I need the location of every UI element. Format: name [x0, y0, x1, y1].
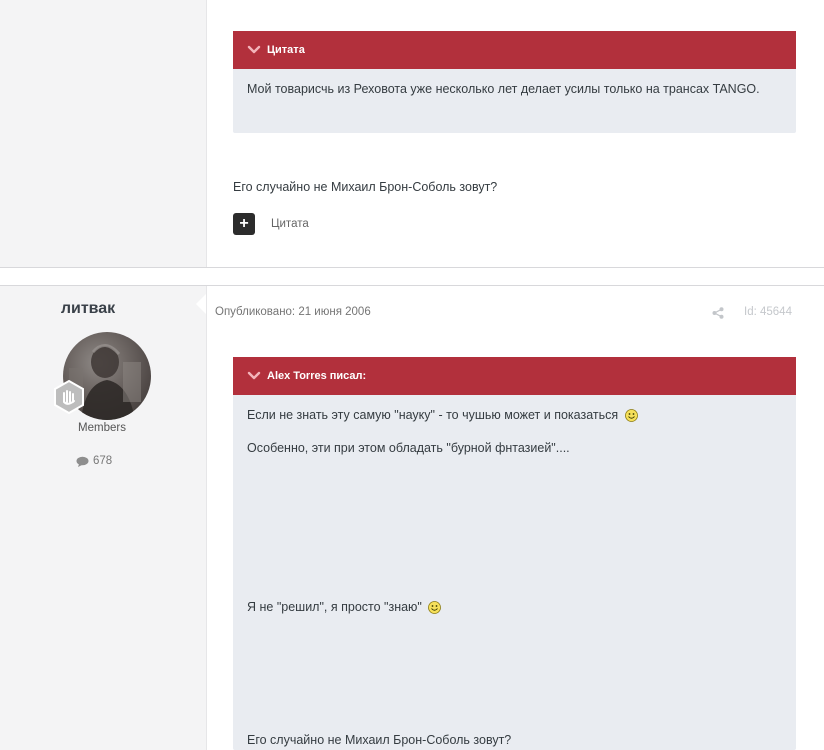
quote-header[interactable]: Alex Torres писал:	[233, 357, 796, 395]
chevron-down-icon	[247, 45, 261, 54]
post-arrow-notch	[196, 294, 206, 314]
author-username[interactable]: литвак	[0, 300, 176, 318]
comment-icon	[76, 456, 89, 467]
quote-header-label: Alex Torres писал:	[267, 370, 367, 382]
posted-date: Опубликовано: 21 июня 2006	[215, 306, 371, 318]
quote-line: Я не "решил", я просто "знаю"	[247, 597, 442, 617]
quote-line: Если не знать эту самую "науку" - то чуш…	[247, 405, 638, 425]
post-1-quote: Цитата Мой товарисчь из Реховота уже нес…	[233, 31, 796, 133]
share-icon[interactable]	[712, 307, 724, 319]
quote-line: Особенно, эти при этом обладать "бурной …	[247, 441, 570, 455]
author-group: Members	[78, 422, 126, 434]
smiley-icon	[624, 409, 638, 423]
chevron-down-icon	[247, 371, 261, 380]
post-1-body-text: Его случайно не Михаил Брон-Соболь зовут…	[233, 180, 498, 194]
quote-text: Мой товарисчь из Реховота уже несколько …	[247, 82, 760, 96]
multiquote-button[interactable]: +	[233, 213, 255, 235]
post-gap	[0, 268, 824, 285]
post-1-author-sidebar	[0, 0, 207, 267]
quote-text: Если не знать эту самую "науку" - то чуш…	[233, 395, 796, 750]
quote-header[interactable]: Цитата	[233, 31, 796, 69]
quote-header-label: Цитата	[267, 44, 305, 56]
post-id-link[interactable]: Id: 45644	[744, 306, 792, 318]
quote-line-text: Я не "решил", я просто "знаю"	[247, 600, 422, 614]
smiley-icon	[428, 601, 442, 615]
rank-badge-icon	[52, 379, 86, 415]
post-2-quote: Alex Torres писал: Если не знать эту сам…	[233, 357, 796, 750]
quote-post-button[interactable]: Цитата	[271, 218, 309, 230]
quote-line-text: Если не знать эту самую "науку" - то чуш…	[247, 408, 619, 422]
post-count: 678	[76, 455, 112, 467]
post-count-value: 678	[93, 455, 113, 467]
quote-line: Его случайно не Михаил Брон-Соболь зовут…	[247, 733, 512, 747]
